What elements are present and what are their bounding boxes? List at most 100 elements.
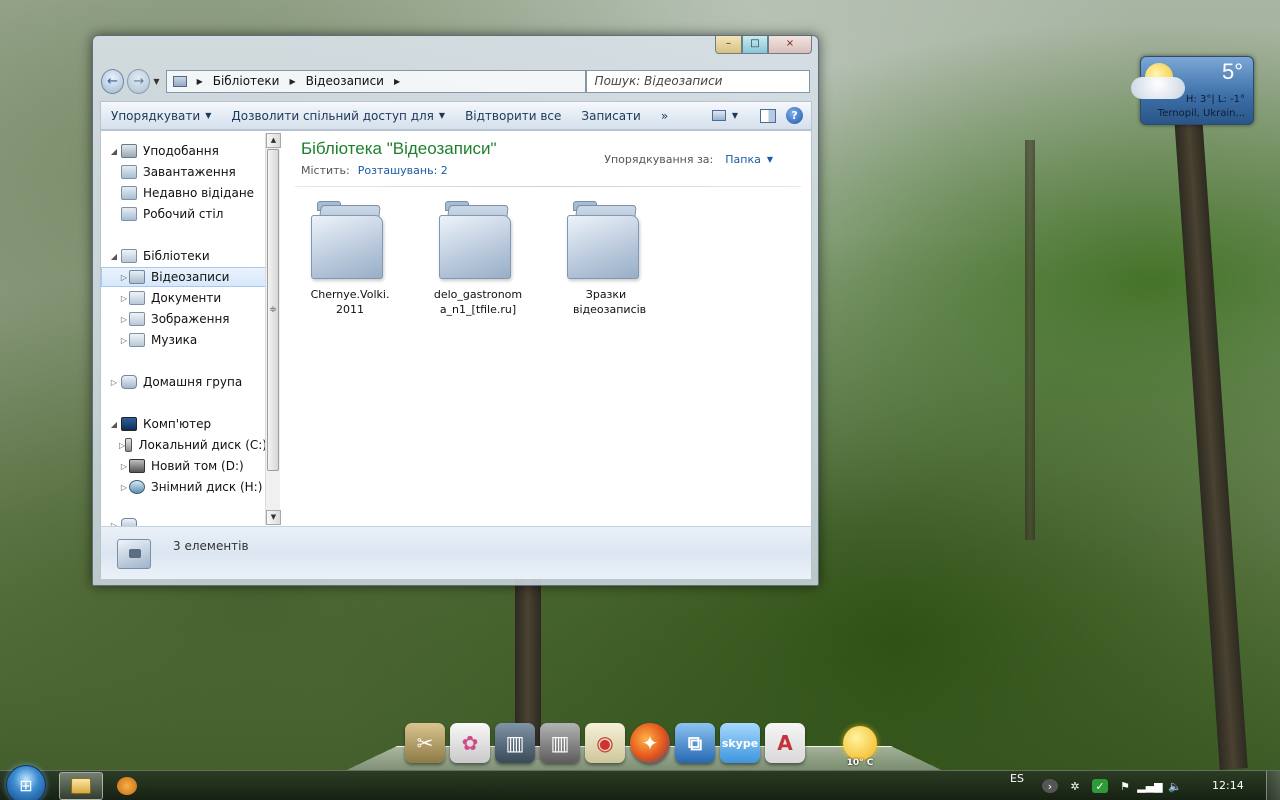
forward-button[interactable]: → [127,68,151,94]
skype-icon[interactable]: skype [720,723,760,763]
nav-item-recent-places[interactable]: Недавно відідане [101,183,267,203]
view-dropdown-icon[interactable]: ▼ [732,111,738,120]
dropdown-arrow-icon: ▼ [438,111,446,120]
computer-icon [121,417,137,431]
expand-icon[interactable]: ▷ [119,336,129,345]
file-item[interactable]: Зразки відеозаписів [551,201,661,317]
nav-item-computer[interactable]: ◢ Комп'ютер [101,414,267,434]
show-desktop-button[interactable] [1266,771,1280,800]
nav-item-network-partial[interactable]: ▷ [101,515,267,526]
breadcrumb-libraries[interactable]: Бібліотеки [213,74,280,88]
photos-icon[interactable]: ✿ [450,723,490,763]
chevron-right-icon[interactable]: ▶ [289,77,295,86]
collapse-icon[interactable]: ◢ [109,147,119,156]
firefox-icon[interactable]: ✦ [630,723,670,763]
nav-item-label: Уподобання [143,144,219,158]
clock[interactable]: 12:14 [1212,779,1244,792]
maximize-button[interactable]: □ [742,36,768,54]
item-count: 3 елементів [173,539,249,553]
mail-icon[interactable]: ⧉ [675,723,715,763]
taskbar-explorer-button[interactable] [59,772,103,800]
minimize-button[interactable]: – [715,36,742,54]
organize-button[interactable]: Упорядкувати ▼ [101,109,221,123]
arrow-right-icon: → [133,73,145,89]
nav-item-homegroup[interactable]: ▷ Домашня група [101,372,267,392]
play-all-button[interactable]: Відтворити все [455,109,571,123]
expand-icon[interactable]: ▷ [119,315,129,324]
weather-gadget[interactable]: 5° H: 3°| L: -1° Ternopil, Ukrain... [1131,56,1254,125]
nav-item-volume-d[interactable]: ▷ Новий том (D:) [101,456,267,476]
nav-item-label: Комп'ютер [143,417,212,431]
collapse-icon[interactable]: ◢ [109,252,119,261]
details-pane: 3 елементів [101,526,811,579]
nav-item-label: Знімний диск (H:) [151,480,263,494]
contains-label: Містить: [301,164,350,177]
media-icon[interactable]: › [1041,779,1058,793]
nav-item-favorites[interactable]: ◢ Уподобання [101,141,267,161]
sync-check-icon[interactable]: ✓ [1091,779,1108,793]
action-center-flag-icon[interactable]: ⚑ [1117,779,1133,793]
arrange-label: Упорядкування за: [604,153,714,166]
close-button[interactable]: × [768,36,812,54]
expand-icon[interactable]: ▷ [119,294,129,303]
dropdown-arrow-icon[interactable]: ▼ [767,155,773,164]
breadcrumb-videos[interactable]: Відеозаписи [306,74,384,88]
trash-empty-icon[interactable]: ▥ [540,723,580,763]
folder-icon [565,201,647,281]
nav-item-desktop[interactable]: Робочий стіл [101,204,267,224]
collapse-icon[interactable]: ◢ [109,420,119,429]
more-commands-button[interactable]: » [651,109,678,123]
help-icon[interactable]: ? [786,107,803,124]
file-item[interactable]: delo_gastronoma_n1_[tfile.ru] [423,201,533,317]
nav-item-downloads[interactable]: Завантаження [101,162,267,182]
library-locations-link[interactable]: Розташувань: 2 [358,164,448,177]
chevron-right-icon[interactable]: ▶ [197,77,203,86]
expand-icon[interactable]: ▷ [119,273,129,282]
documents-icon [129,291,145,305]
address-bar[interactable]: ▶ Бібліотеки ▶ Відеозаписи ▶ [165,69,586,93]
chevron-right-icon[interactable]: ▶ [394,77,400,86]
share-button[interactable]: Дозволити спільний доступ для ▼ [221,109,455,123]
taskbar-app-button[interactable] [105,772,149,800]
file-list-pane: Бібліотека "Відеозаписи" Містить: Розташу… [283,131,811,526]
paint-palette-icon[interactable]: ◉ [585,723,625,763]
dock-weather-widget[interactable]: 10° C [842,726,878,768]
nav-item-music[interactable]: ▷ Музика [101,330,267,350]
app-tray-icon[interactable]: ✲ [1067,779,1083,793]
nav-item-pictures[interactable]: ▷ Зображення [101,309,267,329]
trash-full-icon[interactable]: ▥ [495,723,535,763]
nav-item-videos[interactable]: ▷ Відеозаписи [101,267,267,287]
signal-icon[interactable]: ▂▄▆ [1137,779,1162,793]
dock: ✂ ✿ ▥ ▥ ◉ ✦ ⧉ skype A [405,723,805,769]
scroll-thumb[interactable]: ≑ [267,149,279,471]
nav-item-documents[interactable]: ▷ Документи [101,288,267,308]
expand-icon[interactable]: ▷ [109,378,119,387]
volume-icon[interactable]: 🔈 [1167,779,1183,793]
scroll-down-arrow-icon[interactable]: ▼ [266,510,281,525]
expand-icon[interactable]: ▷ [119,483,129,492]
library-icon [172,75,187,87]
change-view-icon[interactable] [711,110,726,121]
scroll-up-arrow-icon[interactable]: ▲ [266,133,281,148]
library-title: Бібліотека "Відеозаписи" [301,139,497,158]
favorites-star-icon [121,144,137,158]
caption-buttons: – □ × [715,36,812,54]
nav-pane-scrollbar[interactable]: ▲ ≑ ▼ [265,133,281,525]
nav-item-libraries[interactable]: ◢ Бібліотеки [101,246,267,266]
nav-item-label: Робочий стіл [143,207,224,221]
explorer-window: – □ × ← → ▼ ▶ Бібліотеки ▶ Відеозаписи ▶… [92,35,819,586]
burn-button[interactable]: Записати [571,109,650,123]
tools-icon[interactable]: ✂ [405,723,445,763]
file-item[interactable]: Chernye.Volki.2011 [295,201,405,317]
arrange-by-dropdown[interactable]: Папка [725,153,761,166]
nav-item-removable-h[interactable]: ▷ Знімний диск (H:) [101,477,267,497]
expand-icon[interactable]: ▷ [119,462,129,471]
search-input[interactable]: Пошук: Відеозаписи [585,69,810,93]
recent-pages-dropdown[interactable]: ▼ [153,77,159,86]
start-button[interactable]: ⊞ [6,765,46,800]
adobe-icon[interactable]: A [765,723,805,763]
language-indicator[interactable]: ES [1010,772,1024,785]
preview-pane-icon[interactable] [760,108,776,123]
back-button[interactable]: ← [101,68,125,94]
nav-item-local-disk-c[interactable]: ▷ Локальний диск (C:) [101,435,267,455]
